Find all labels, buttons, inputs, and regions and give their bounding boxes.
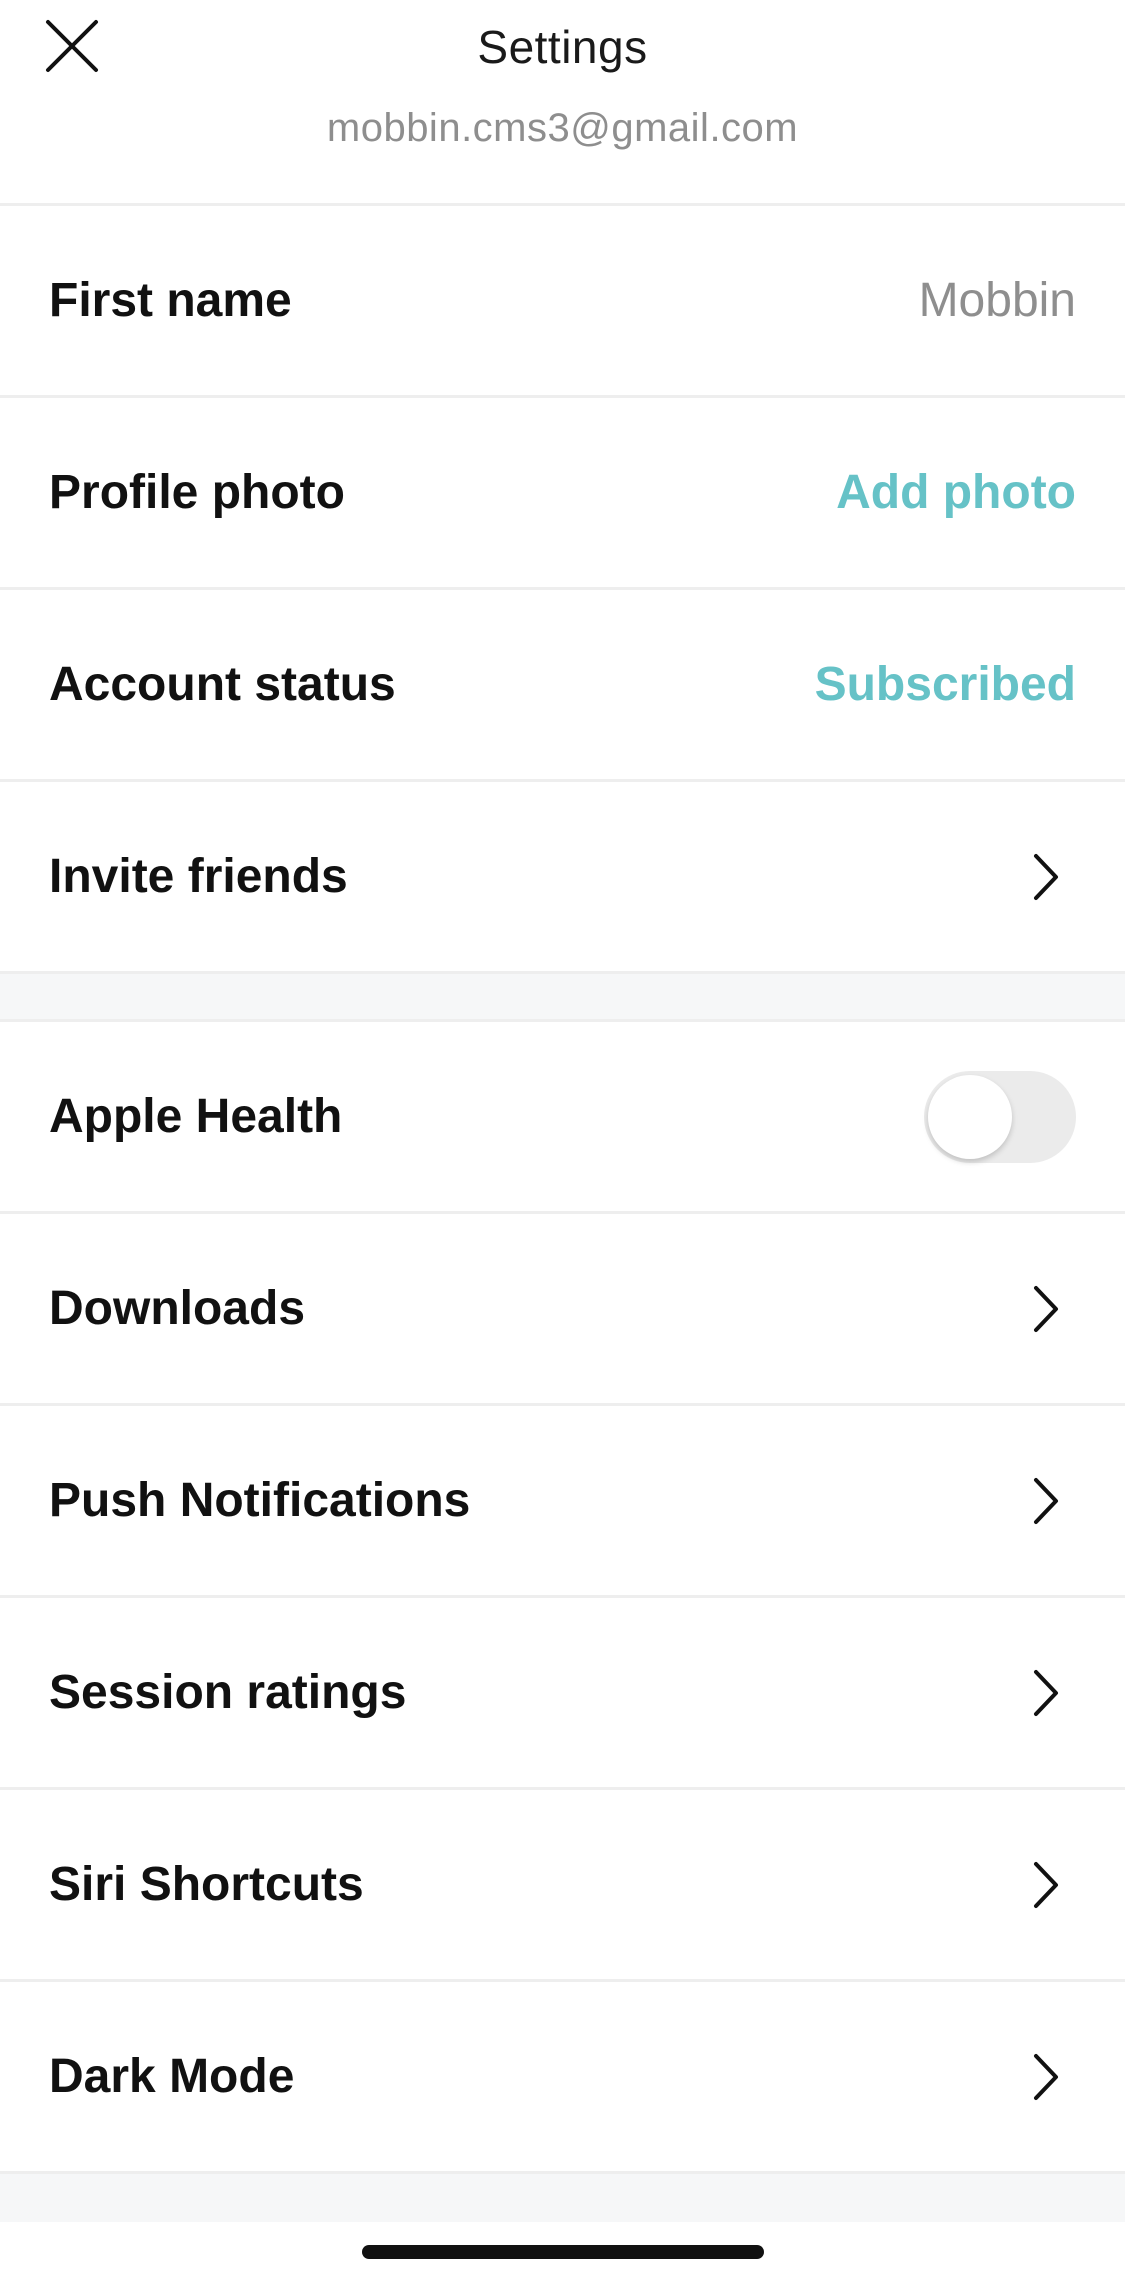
chevron-right-icon [1026, 2047, 1066, 2107]
first-name-value: Mobbin [918, 274, 1076, 327]
profile-photo-label: Profile photo [49, 466, 345, 519]
section-divider-bottom [0, 2174, 1125, 2222]
add-photo-link[interactable]: Add photo [836, 465, 1076, 520]
chevron-right-icon [1026, 1279, 1066, 1339]
downloads-label: Downloads [49, 1282, 306, 1335]
session-ratings-label: Session ratings [49, 1666, 407, 1719]
invite-friends-label: Invite friends [49, 850, 348, 903]
home-indicator[interactable] [362, 2245, 764, 2259]
toggle-knob [928, 1074, 1012, 1159]
account-status-row[interactable]: Account status Subscribed [0, 590, 1125, 782]
dark-mode-row[interactable]: Dark Mode [0, 1982, 1125, 2174]
dark-mode-label: Dark Mode [49, 2050, 295, 2103]
first-name-label: First name [49, 274, 292, 327]
account-status-label: Account status [49, 658, 396, 711]
first-name-row[interactable]: First name Mobbin [0, 206, 1125, 398]
apple-health-label: Apple Health [49, 1090, 343, 1143]
session-ratings-row[interactable]: Session ratings [0, 1598, 1125, 1790]
chevron-right-icon [1026, 1471, 1066, 1531]
push-notifications-label: Push Notifications [49, 1474, 471, 1527]
chevron-right-icon [1026, 847, 1066, 907]
push-notifications-row[interactable]: Push Notifications [0, 1406, 1125, 1598]
apple-health-row[interactable]: Apple Health [0, 1022, 1125, 1214]
invite-friends-row[interactable]: Invite friends [0, 782, 1125, 974]
chevron-right-icon [1026, 1855, 1066, 1915]
page-title: Settings [477, 21, 648, 73]
settings-header: Settings mobbin.cms3@gmail.com [0, 0, 1125, 206]
account-email: mobbin.cms3@gmail.com [326, 106, 799, 150]
section-divider [0, 974, 1125, 1022]
siri-shortcuts-label: Siri Shortcuts [49, 1858, 364, 1911]
downloads-row[interactable]: Downloads [0, 1214, 1125, 1406]
siri-shortcuts-row[interactable]: Siri Shortcuts [0, 1790, 1125, 1982]
apple-health-toggle[interactable] [924, 1070, 1076, 1163]
chevron-right-icon [1026, 1663, 1066, 1723]
account-status-value[interactable]: Subscribed [815, 657, 1076, 712]
profile-photo-row[interactable]: Profile photo Add photo [0, 398, 1125, 590]
